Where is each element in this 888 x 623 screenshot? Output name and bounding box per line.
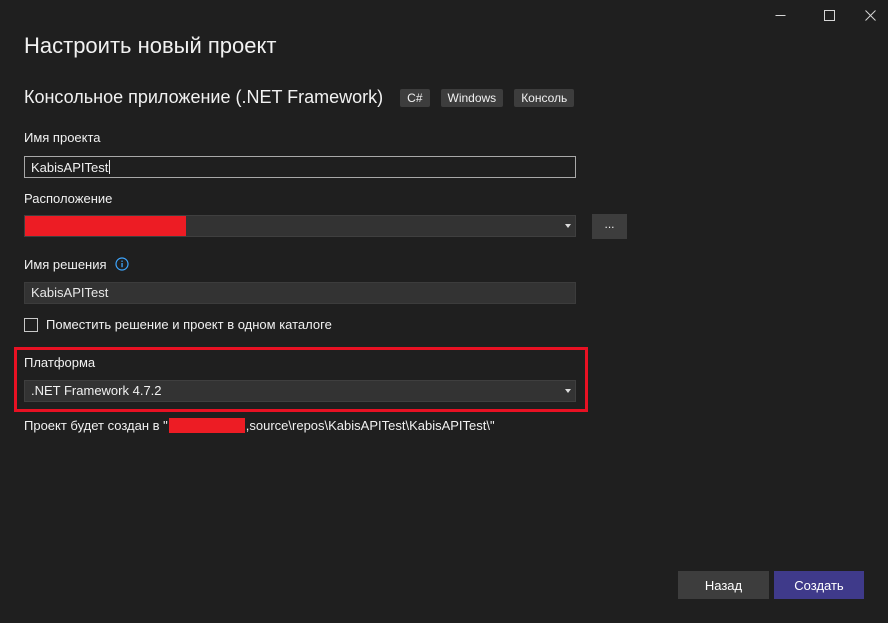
redacted-location-value	[25, 216, 186, 236]
chevron-down-icon[interactable]	[565, 224, 571, 228]
path-suffix: ,source\repos\KabisAPITest\KabisAPITest\…	[245, 418, 495, 433]
tag-project-type: Консоль	[514, 88, 575, 107]
same-folder-option[interactable]: Поместить решение и проект в одном катал…	[24, 317, 332, 332]
tag-platform: Windows	[440, 88, 504, 107]
same-folder-label: Поместить решение и проект в одном катал…	[46, 317, 332, 332]
solution-name-value: KabisAPITest	[31, 285, 109, 300]
minimize-icon[interactable]	[767, 4, 793, 26]
solution-name-input[interactable]: KabisAPITest	[24, 282, 576, 304]
info-icon[interactable]	[115, 257, 129, 274]
platform-label: Платформа	[24, 355, 96, 370]
template-name: Консольное приложение (.NET Framework)	[24, 87, 384, 107]
solution-name-label-row: Имя решения	[24, 257, 129, 274]
back-button[interactable]: Назад	[678, 571, 769, 599]
project-name-label: Имя проекта	[24, 130, 101, 145]
project-name-value: KabisAPITest	[31, 160, 109, 175]
browse-button[interactable]: ...	[592, 214, 627, 239]
location-combobox[interactable]	[24, 215, 576, 237]
same-folder-checkbox[interactable]	[24, 317, 38, 332]
close-icon[interactable]	[857, 4, 883, 26]
text-caret	[109, 160, 111, 174]
project-name-input[interactable]: KabisAPITest	[24, 156, 576, 178]
create-project-window: Настроить новый проект Консольное прилож…	[0, 0, 888, 623]
create-button[interactable]: Создать	[774, 571, 864, 599]
chevron-down-icon[interactable]	[565, 389, 571, 393]
path-prefix: Проект будет создан в "	[24, 418, 168, 433]
platform-value: .NET Framework 4.7.2	[31, 383, 162, 398]
platform-combobox[interactable]: .NET Framework 4.7.2	[24, 380, 576, 402]
solution-name-label: Имя решения	[24, 257, 107, 272]
tag-language: C#	[400, 88, 430, 107]
template-header: Консольное приложение (.NET Framework) C…	[24, 87, 585, 108]
location-label: Расположение	[24, 191, 113, 206]
redacted-path-segment	[168, 418, 245, 433]
project-path-info: Проект будет создан в " ,source\repos\Ka…	[24, 418, 495, 433]
maximize-icon[interactable]	[816, 4, 842, 26]
page-title: Настроить новый проект	[24, 33, 277, 58]
